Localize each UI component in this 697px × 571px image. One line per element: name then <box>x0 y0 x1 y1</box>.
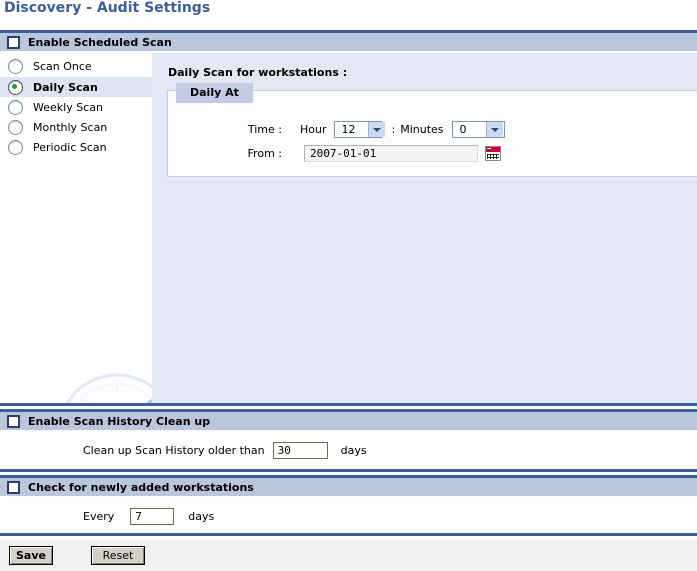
daily-at-legend: Daily At <box>176 83 253 103</box>
radio-icon[interactable] <box>8 99 23 115</box>
time-row: Time : Hour 12 : Minutes 0 <box>224 121 505 138</box>
time-label: Time : <box>247 123 282 136</box>
sidebar-item-monthly-scan[interactable]: Monthly Scan <box>0 117 152 137</box>
radio-icon[interactable] <box>8 139 23 155</box>
every-days-input[interactable] <box>130 508 175 525</box>
check-newly-added-checkbox[interactable] <box>7 480 20 494</box>
sidebar-item-weekly-scan[interactable]: Weekly Scan <box>0 97 152 117</box>
newly-added-body: Every days <box>0 496 697 536</box>
every-row: Every days <box>83 508 214 525</box>
hour-select[interactable]: 12 <box>333 121 385 138</box>
schedule-options-sidebar: Scan Once Daily Scan Weekly Scan Monthly… <box>0 53 152 403</box>
from-row: From : <box>224 145 501 162</box>
every-prefix-label: Every <box>83 510 115 523</box>
scheduled-scan-body: Scan Once Daily Scan Weekly Scan Monthly… <box>0 53 697 406</box>
every-suffix-label: days <box>188 510 215 523</box>
save-button[interactable]: Save <box>9 546 53 565</box>
hour-select-value: 12 <box>341 123 356 136</box>
cleanup-days-input[interactable] <box>272 442 328 459</box>
scan-history-body: Clean up Scan History older than days <box>0 430 697 472</box>
radio-icon[interactable] <box>8 119 23 135</box>
enable-scan-history-cleanup-label: Enable Scan History Clean up <box>28 414 211 428</box>
chevron-down-icon[interactable] <box>485 122 503 137</box>
minutes-label: Minutes <box>400 123 444 136</box>
sidebar-item-label: Weekly Scan <box>33 100 103 114</box>
button-bar: Save Reset <box>0 539 697 571</box>
cleanup-prefix-label: Clean up Scan History older than <box>83 444 265 457</box>
hour-label: Hour <box>300 123 327 136</box>
sidebar-item-label: Periodic Scan <box>33 140 107 154</box>
sidebar-item-label: Monthly Scan <box>33 120 108 134</box>
page-title: Discovery - Audit Settings <box>4 0 211 16</box>
clock-watermark-icon <box>65 373 152 403</box>
minutes-select[interactable]: 0 <box>451 121 505 138</box>
from-date-input[interactable] <box>304 145 478 162</box>
sidebar-item-daily-scan[interactable]: Daily Scan <box>0 77 152 97</box>
chevron-down-icon[interactable] <box>367 122 385 137</box>
calendar-icon[interactable] <box>485 146 501 161</box>
enable-scheduled-scan-label: Enable Scheduled Scan <box>28 35 172 49</box>
from-label: From : <box>247 147 282 160</box>
content-heading: Daily Scan for workstations : <box>168 66 348 79</box>
section-header-scan-history: Enable Scan History Clean up <box>0 409 697 430</box>
radio-icon[interactable] <box>8 79 23 95</box>
minutes-select-value: 0 <box>459 123 467 136</box>
section-header-newly-added: Check for newly added workstations <box>0 475 697 496</box>
enable-scheduled-scan-checkbox[interactable] <box>7 35 20 49</box>
sidebar-item-label: Scan Once <box>33 59 92 73</box>
cleanup-row: Clean up Scan History older than days <box>83 442 367 459</box>
check-newly-added-label: Check for newly added workstations <box>28 480 254 494</box>
time-separator: : <box>391 123 396 136</box>
enable-scan-history-cleanup-checkbox[interactable] <box>7 414 20 428</box>
sidebar-item-periodic-scan[interactable]: Periodic Scan <box>0 137 152 157</box>
cleanup-suffix-label: days <box>340 444 367 457</box>
daily-scan-content: Daily Scan for workstations : Daily At T… <box>152 53 697 406</box>
sidebar-item-label: Daily Scan <box>33 80 98 94</box>
radio-icon[interactable] <box>8 58 23 74</box>
sidebar-item-scan-once[interactable]: Scan Once <box>0 56 152 76</box>
reset-button[interactable]: Reset <box>91 546 145 565</box>
section-header-scheduled-scan: Enable Scheduled Scan <box>0 30 697 51</box>
